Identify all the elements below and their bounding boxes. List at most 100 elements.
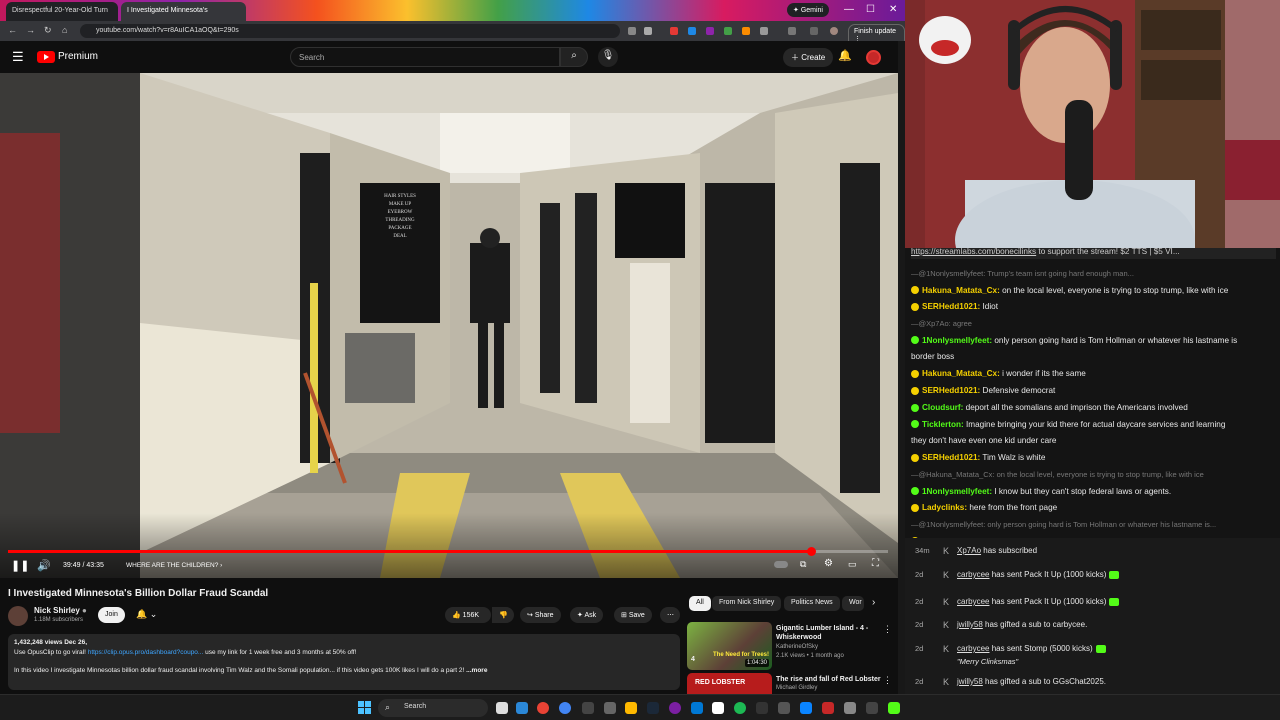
account-avatar[interactable] — [866, 50, 881, 65]
windows-start-icon[interactable] — [358, 701, 371, 714]
extension-icon[interactable] — [706, 27, 714, 35]
chat-username[interactable]: Hakuna_Matata_Cx: — [922, 286, 1000, 295]
chat-username[interactable]: SERHedd1021: — [922, 302, 980, 311]
kebab-menu-icon[interactable]: ⋮ — [883, 624, 892, 635]
app-icon[interactable] — [691, 702, 703, 714]
share-button[interactable]: ↪ Share — [520, 607, 561, 623]
home-icon[interactable]: ⌂ — [62, 25, 67, 35]
minimize-icon[interactable]: — — [844, 4, 854, 15]
hamburger-menu-icon[interactable]: ☰ — [12, 49, 24, 65]
extension-icon[interactable] — [670, 27, 678, 35]
browser-tab[interactable]: Disrespectful 20-Year-Old Turn — [6, 2, 118, 21]
star-icon[interactable] — [644, 27, 652, 35]
app-icon[interactable] — [712, 702, 724, 714]
profile-avatar-icon[interactable] — [830, 27, 838, 35]
app-icon[interactable] — [844, 702, 856, 714]
save-button[interactable]: ⊞ Save — [614, 607, 652, 623]
chip-from-channel[interactable]: From Nick Shirley — [712, 596, 782, 611]
channel-name[interactable]: Nick Shirley ● — [34, 606, 87, 615]
channel-avatar[interactable] — [8, 606, 28, 626]
download-icon[interactable] — [810, 27, 818, 35]
chapter-title[interactable]: WHERE ARE THE CHILDREN? › — [126, 562, 222, 569]
chrome-icon[interactable] — [537, 702, 549, 714]
progress-bar[interactable] — [8, 550, 888, 553]
recommended-video[interactable]: The Need for Trees! 4 1:04:30 Gigantic L… — [687, 622, 897, 672]
cast-icon[interactable] — [628, 27, 636, 35]
like-button[interactable]: 👍 156K — [445, 607, 491, 623]
event-username[interactable]: jwilly58 — [957, 620, 983, 629]
search-input[interactable]: Search — [290, 47, 560, 67]
forward-icon[interactable]: → — [26, 25, 35, 35]
kick-icon[interactable] — [888, 702, 900, 714]
extension-icon[interactable] — [742, 27, 750, 35]
chip-all[interactable]: All — [689, 596, 711, 611]
chat-username[interactable]: 1Nonlysmellyfeet: — [922, 487, 992, 496]
spotify-icon[interactable] — [734, 702, 746, 714]
video-player[interactable]: HAIR STYLES MAKE UP EYEBROW THREADING PA… — [0, 73, 898, 578]
edge-icon[interactable] — [516, 702, 528, 714]
chat-username[interactable]: SERHedd1021: — [922, 386, 980, 395]
subtitles-icon[interactable]: ⧉ — [800, 559, 806, 570]
volume-icon[interactable]: 🔊 — [37, 559, 51, 572]
search-icon[interactable]: ⌕ — [560, 47, 588, 67]
microphone-icon[interactable]: 🎙 — [598, 47, 618, 67]
sidebar-icon[interactable] — [788, 27, 796, 35]
fullscreen-icon[interactable]: ⛶ — [872, 558, 879, 569]
browser-tab-active[interactable]: I Investigated Minnesota's — [121, 2, 246, 21]
steam-icon[interactable] — [647, 702, 659, 714]
app-icon[interactable] — [582, 702, 594, 714]
ask-button[interactable]: ✦ Ask — [570, 607, 604, 623]
event-username[interactable]: carbycee — [957, 570, 989, 579]
notifications-bell-icon[interactable]: 🔔 — [838, 49, 852, 62]
app-icon[interactable] — [800, 702, 812, 714]
kebab-menu-icon[interactable]: ⋮ — [883, 675, 892, 686]
chip-politics-news[interactable]: Politics News — [784, 596, 840, 611]
description-link[interactable]: https://clip.opus.pro/dashboard?coupo... — [88, 649, 204, 656]
app-icon[interactable] — [822, 702, 834, 714]
event-username[interactable]: Xp7Ao — [957, 546, 981, 555]
app-icon[interactable] — [669, 702, 681, 714]
gemini-button[interactable]: ✦ Gemini — [787, 3, 829, 17]
miniplayer-icon[interactable]: ▭ — [848, 559, 857, 570]
pause-icon[interactable]: ❚❚ — [11, 559, 29, 572]
taskbar-search[interactable]: ⌕ Search — [378, 699, 488, 717]
chrome-icon[interactable] — [559, 702, 571, 714]
video-thumbnail[interactable]: The Need for Trees! 4 1:04:30 — [687, 622, 772, 670]
chat-username[interactable]: Ladyclinks: — [922, 503, 967, 512]
event-username[interactable]: carbycee — [957, 597, 989, 606]
app-icon[interactable] — [866, 702, 878, 714]
description-box[interactable]: 1,432,248 views Dec 26, Use OpusClip to … — [8, 634, 680, 690]
banner-link[interactable]: https://streamlabs.com/bonecilinks — [911, 248, 1036, 256]
join-button[interactable]: Join — [98, 607, 125, 623]
app-icon[interactable] — [778, 702, 790, 714]
dislike-button[interactable]: 👎 — [492, 607, 514, 623]
subscribed-bell-icon[interactable]: 🔔 ⌄ — [136, 609, 157, 620]
settings-gear-icon[interactable]: ⚙ — [824, 558, 833, 569]
close-icon[interactable]: ✕ — [889, 4, 897, 15]
event-username[interactable]: carbycee — [957, 644, 989, 653]
extensions-puzzle-icon[interactable] — [760, 27, 768, 35]
back-icon[interactable]: ← — [8, 25, 17, 35]
chat-username[interactable]: Hakuna_Matata_Cx: — [922, 369, 1000, 378]
app-icon[interactable] — [756, 702, 768, 714]
chat-username[interactable]: Cloudsurf: — [922, 403, 963, 412]
recommended-video[interactable]: RED LOBSTER The rise and fall of Red Lob… — [687, 673, 897, 694]
chat-username[interactable]: 1Nonlysmellyfeet: — [922, 336, 992, 345]
chat-username[interactable]: Ticklerton: — [922, 420, 964, 429]
app-icon[interactable] — [604, 702, 616, 714]
event-username[interactable]: jwilly58 — [957, 677, 983, 686]
maximize-icon[interactable]: ☐ — [866, 4, 875, 15]
progress-scrubber[interactable] — [806, 547, 816, 556]
chevron-right-icon[interactable]: › — [872, 597, 875, 608]
page-scrollbar[interactable] — [898, 41, 905, 694]
file-explorer-icon[interactable] — [625, 702, 637, 714]
chat-username[interactable]: SERHedd1021: — [922, 453, 980, 462]
youtube-logo-icon[interactable] — [37, 51, 55, 63]
url-bar[interactable]: youtube.com/watch?v=r8AuICA1aOQ&t=290s — [80, 24, 620, 38]
video-thumbnail[interactable]: RED LOBSTER — [687, 673, 772, 694]
more-link[interactable]: ...more — [466, 667, 487, 674]
reload-icon[interactable]: ↻ — [44, 25, 52, 36]
task-view-icon[interactable] — [496, 702, 508, 714]
autoplay-toggle[interactable] — [774, 561, 788, 568]
chip-more[interactable]: Wor — [842, 596, 864, 611]
